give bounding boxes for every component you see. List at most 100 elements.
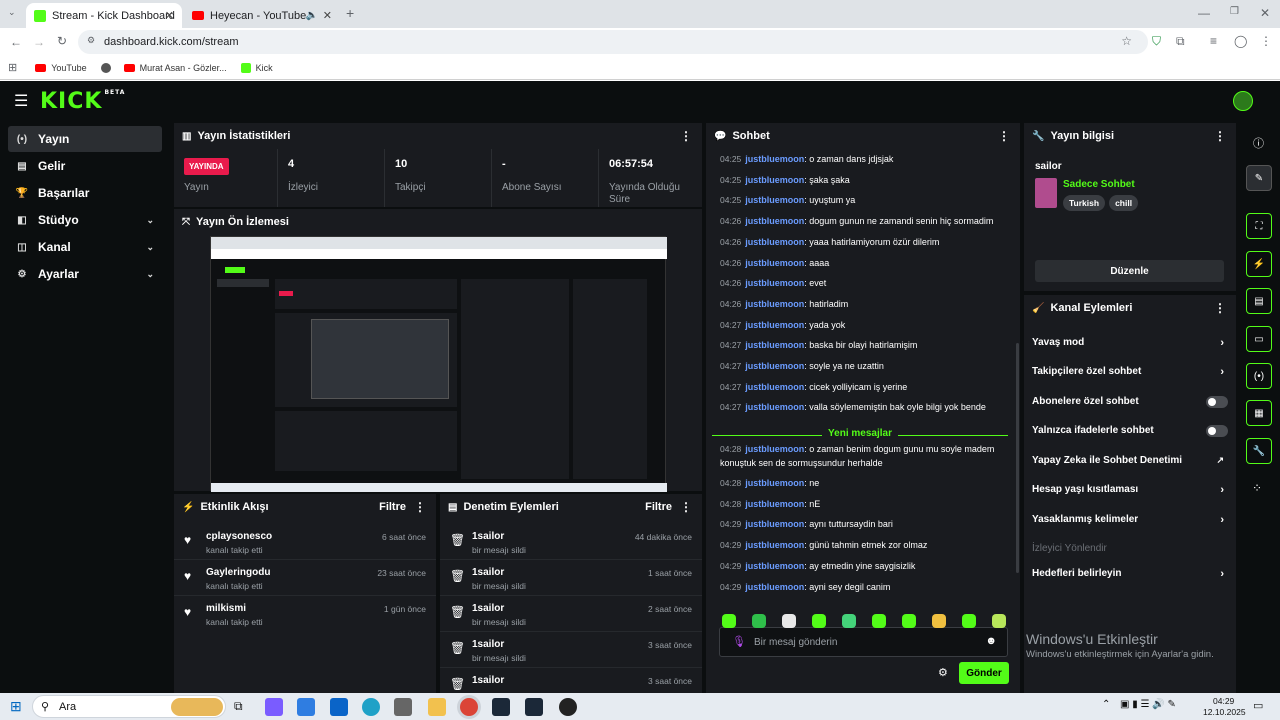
more-options-icon[interactable]: ⋮: [1214, 129, 1226, 143]
channel-action-8[interactable]: Hedefleri belirleyin ›: [1024, 559, 1236, 588]
chat-username[interactable]: justbluemoon: [745, 320, 804, 330]
chat-username[interactable]: justbluemoon: [745, 444, 804, 454]
send-button[interactable]: Gönder: [959, 662, 1009, 684]
chat-username[interactable]: justbluemoon: [745, 582, 804, 592]
emote-icon[interactable]: [752, 614, 766, 628]
reload-icon[interactable]: ↻: [57, 34, 67, 48]
nav-item-kanal[interactable]: ◫ Kanal ⌄: [8, 234, 162, 260]
tag[interactable]: Turkish: [1063, 195, 1106, 211]
edit-tool-button[interactable]: ✎: [1246, 165, 1272, 191]
file-explorer-icon[interactable]: [428, 698, 446, 716]
emote-icon[interactable]: [722, 614, 736, 628]
clock-time[interactable]: 04:29: [1213, 696, 1234, 706]
taskbar-search[interactable]: ⚲ Ara: [32, 695, 226, 718]
chat-username[interactable]: justbluemoon: [745, 278, 804, 288]
tool-button[interactable]: ▦: [1246, 400, 1272, 426]
tag[interactable]: chill: [1109, 195, 1139, 211]
more-options-icon[interactable]: ⋮: [680, 500, 692, 514]
profile-icon[interactable]: ◯: [1234, 34, 1247, 48]
channel-action-2[interactable]: Abonelere özel sohbet: [1024, 387, 1236, 416]
back-icon[interactable]: ←: [10, 35, 22, 49]
tab-kick-dashboard[interactable]: Stream - Kick Dashboard ✕: [26, 3, 182, 28]
toggle-switch[interactable]: [1206, 424, 1228, 437]
channel-action-4[interactable]: Yapay Zeka ile Sohbet Denetimi ↗: [1024, 446, 1236, 475]
new-messages-divider[interactable]: Yeni mesajlar: [712, 428, 1008, 442]
forward-icon[interactable]: →: [33, 35, 45, 49]
emote-icon[interactable]: [782, 614, 796, 628]
filter-button[interactable]: Filtre: [645, 501, 672, 513]
channel-action-3[interactable]: Yalnızca ifadelerle sohbet: [1024, 416, 1236, 445]
extension-shield-icon[interactable]: ⛉: [1152, 34, 1161, 49]
app-icon[interactable]: [394, 698, 412, 716]
chat-username[interactable]: justbluemoon: [745, 154, 804, 164]
chat-username[interactable]: justbluemoon: [745, 361, 804, 371]
more-options-icon[interactable]: ⋮: [998, 129, 1010, 143]
chat-username[interactable]: justbluemoon: [745, 258, 804, 268]
outlook-icon[interactable]: [330, 698, 348, 716]
bookmark-youtube[interactable]: YouTube: [35, 63, 87, 73]
bookmark-star-icon[interactable]: ☆: [1121, 34, 1132, 48]
steam-icon[interactable]: [525, 698, 543, 716]
tab-search-icon[interactable]: ⌄: [8, 7, 16, 18]
emote-icon[interactable]: [902, 614, 916, 628]
store-icon[interactable]: [297, 698, 315, 716]
more-options-icon[interactable]: ⋮: [680, 129, 692, 143]
task-view-icon[interactable]: ⧉: [234, 699, 243, 714]
chat-username[interactable]: justbluemoon: [745, 382, 804, 392]
apps-icon[interactable]: ⊞: [8, 61, 17, 74]
steam-icon[interactable]: [492, 698, 510, 716]
add-widget-icon[interactable]: ⁘: [1252, 481, 1262, 495]
emote-icon[interactable]: [872, 614, 886, 628]
url-bar[interactable]: ⚙ dashboard.kick.com/stream ☆: [78, 30, 1148, 54]
toggle-switch[interactable]: [1206, 395, 1228, 408]
extensions-icon[interactable]: ⧉: [1176, 34, 1185, 49]
kick-logo[interactable]: KICK BETA: [40, 89, 125, 114]
chat-username[interactable]: justbluemoon: [745, 561, 804, 571]
chat-scrollbar[interactable]: [1016, 343, 1019, 573]
tool-button[interactable]: (•): [1246, 363, 1272, 389]
emote-icon[interactable]: [992, 614, 1006, 628]
chat-username[interactable]: justbluemoon: [745, 216, 804, 226]
emoji-picker-icon[interactable]: ☻: [985, 635, 997, 647]
chrome-icon[interactable]: [460, 698, 478, 716]
copilot-icon[interactable]: [265, 698, 283, 716]
avatar[interactable]: [1233, 91, 1253, 111]
close-tab-icon[interactable]: ✕: [165, 9, 174, 22]
chat-username[interactable]: justbluemoon: [745, 340, 804, 350]
more-options-icon[interactable]: ⋮: [414, 500, 426, 514]
bookmark-kick[interactable]: Kick: [240, 62, 273, 73]
nav-item-yayin[interactable]: (•) Yayın: [8, 126, 162, 152]
stream-preview-video[interactable]: [210, 236, 667, 492]
nav-item-gelir[interactable]: ▤ Gelir: [8, 153, 162, 179]
restore-icon[interactable]: ❐: [1230, 6, 1239, 17]
nav-item-basarilar[interactable]: 🏆 Başarılar: [8, 180, 162, 206]
bookmark-murat-asan-yt[interactable]: Murat Asan - Gözler...: [123, 63, 227, 73]
emote-icon[interactable]: [932, 614, 946, 628]
nav-item-studyo[interactable]: ◧ Stüdyo ⌄: [8, 207, 162, 233]
chat-username[interactable]: justbluemoon: [745, 175, 804, 185]
chat-input[interactable]: 🎙 Bir mesaj gönderin ☻: [719, 627, 1008, 657]
close-tab-icon[interactable]: ✕: [323, 9, 332, 22]
windows-start-icon[interactable]: ⊞: [10, 698, 22, 715]
edit-button[interactable]: Düzenle: [1035, 260, 1224, 282]
channel-action-0[interactable]: Yavaş mod ›: [1024, 328, 1236, 357]
tray-icons[interactable]: ▣ ▮ ☰ 🔊 ✎: [1120, 699, 1176, 710]
chat-username[interactable]: justbluemoon: [745, 402, 804, 412]
hamburger-menu-icon[interactable]: ☰: [14, 91, 28, 111]
channel-action-6[interactable]: Yasaklanmış kelimeler ›: [1024, 505, 1236, 534]
chat-username[interactable]: justbluemoon: [745, 499, 804, 509]
new-tab-icon[interactable]: +: [346, 5, 354, 21]
tool-button[interactable]: ⚡: [1246, 251, 1272, 277]
chat-username[interactable]: justbluemoon: [745, 237, 804, 247]
chat-username[interactable]: justbluemoon: [745, 519, 804, 529]
filter-button[interactable]: Filtre: [379, 501, 406, 513]
more-options-icon[interactable]: ⋮: [1214, 301, 1226, 315]
chat-username[interactable]: justbluemoon: [745, 299, 804, 309]
speaker-icon[interactable]: 🔈: [306, 10, 318, 21]
menu-icon[interactable]: ⋮: [1260, 34, 1272, 48]
tray-chevron-icon[interactable]: ⌃: [1102, 699, 1110, 710]
channel-action-5[interactable]: Hesap yaşı kısıtlaması ›: [1024, 475, 1236, 504]
window-close-icon[interactable]: ✕: [1260, 6, 1270, 20]
edge-icon[interactable]: [362, 698, 380, 716]
chat-settings-icon[interactable]: ⚙: [938, 666, 948, 679]
